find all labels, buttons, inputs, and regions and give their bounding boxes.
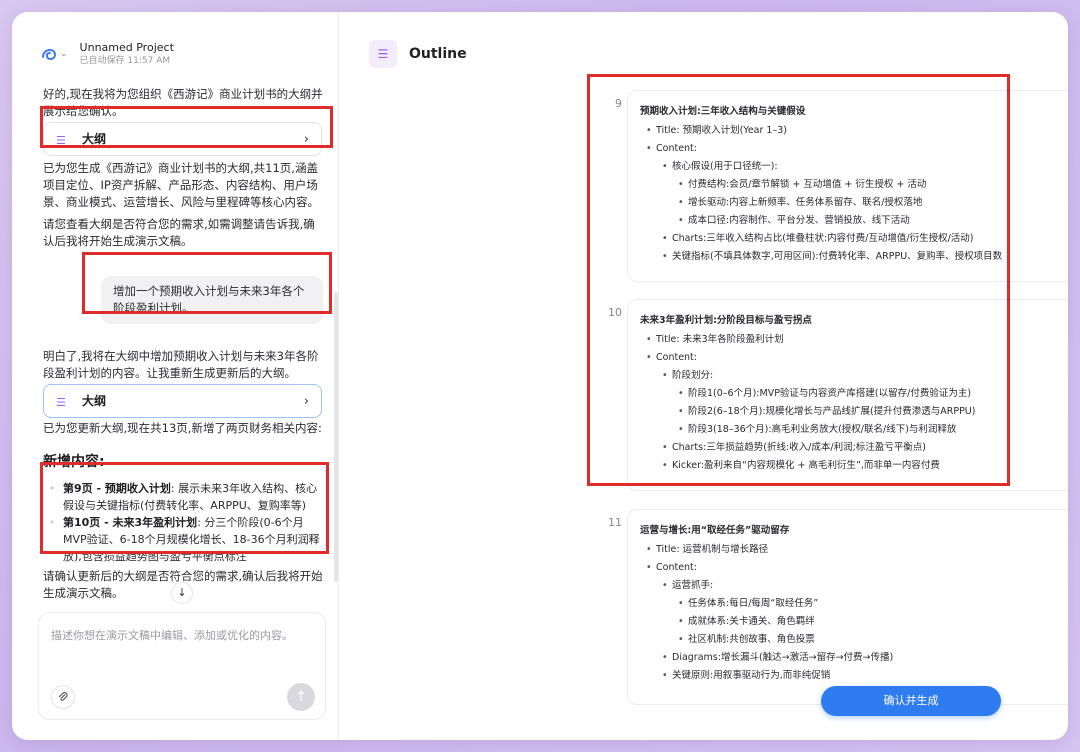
outline-bullet: 任务体系:每日/每周“取经任务” [678,595,1056,613]
outline-bullet: 社区机制:共创故事、角色投票 [678,631,1056,649]
outline-bullet: 关键指标(不填具体数字,可用区间):付费转化率、ARPPU、复购率、授权项目数 [662,248,1056,266]
project-header[interactable]: ⌄ Unnamed Project 已自动保存 11:57 AM [40,40,174,68]
assistant-message: 已为您生成《西游记》商业计划书的大纲,共11页,涵盖项目定位、IP资产拆解、产品… [43,161,319,209]
outline-bullet: Title: 运营机制与增长路径 [640,541,1056,559]
outline-card[interactable]: ☰ 大纲 › [43,122,322,156]
new-content-list: 第9页 - 预期收入计划: 展示未来3年收入结构、核心假设与关键指标(付费转化率… [49,480,323,565]
outline-bullet: 运营抓手: [662,577,1056,595]
outline-bullet: 增长驱动:内容上新频率、任务体系留存、联名/授权落地 [678,194,1056,212]
outline-bullet: 阶段1(0–6个月):MVP验证与内容资产库搭建(以留存/付费验证为主) [678,385,1056,403]
arrow-up-icon[interactable]: ↑ [287,683,315,711]
slide-body: 运营与增长:用“取经任务”驱动留存 Title: 运营机制与增长路径Content… [628,510,1068,697]
app-window: ⌄ Unnamed Project 已自动保存 11:57 AM 好的,现在我将… [12,12,1068,740]
outline-bullet: 阶段3(18–36个月):高毛利业务放大(授权/联名/线下)与利润释放 [678,421,1056,439]
outline-bullet: 核心假设(用于口径统一): [662,158,1056,176]
outline-bullet: Title: 未来3年各阶段盈利计划 [640,331,1056,349]
assistant-message: 明白了,我将在大纲中增加预期收入计划与未来3年各阶段盈利计划的内容。让我重新生成… [43,349,319,380]
slide-body: 预期收入计划:三年收入结构与关键假设 Title: 预期收入计划(Year 1–3… [628,91,1068,278]
project-name: Unnamed Project [79,41,174,54]
outline-title: Outline [409,46,467,62]
paperclip-icon[interactable] [51,685,75,709]
outline-list-icon: ☰ [369,40,397,68]
arrow-down-icon[interactable]: ↓ [171,582,193,604]
outline-bullet: 阶段2(6–18个月):规模化增长与产品线扩展(提升付费渗透与ARPPU) [678,403,1056,421]
list-item: 第9页 - 预期收入计划: 展示未来3年收入结构、核心假设与关键指标(付费转化率… [49,480,323,514]
assistant-message: 已为您更新大纲,现在共13页,新增了两页财务相关内容: [43,421,322,435]
chevron-down-icon[interactable]: ⌄ [60,49,68,59]
slide-number: 10 [608,306,622,319]
outline-bullet: 阶段划分: [662,367,1056,385]
outline-bullet: 成就体系:关卡通关、角色羁绊 [678,613,1056,631]
outline-bullet: Content: [640,559,1056,577]
outline-bullet: Title: 预期收入计划(Year 1–3) [640,122,1056,140]
slide-title: 预期收入计划:三年收入结构与关键假设 [640,106,806,117]
message-composer[interactable]: 描述你想在演示文稿中编辑、添加或优化的内容。 ↑ [38,612,326,720]
slide-title: 运营与增长:用“取经任务”驱动留存 [640,525,790,536]
autosave-status: 已自动保存 11:57 AM [79,56,171,66]
outline-panel: ☰ Outline 9 预期收入计划:三年收入结构与关键假设 Title: 预期收… [339,12,1068,740]
chevron-right-icon: › [303,131,309,147]
outline-bullet: 关键原则:用叙事驱动行为,而非纯促销 [662,667,1056,685]
new-content-heading: 新增内容: [43,454,105,470]
outline-slide-card[interactable]: 9 预期收入计划:三年收入结构与关键假设 Title: 预期收入计划(Year 1… [615,90,1068,282]
assistant-message: 请您查看大纲是否符合您的需求,如需调整请告诉我,确认后我将开始生成演示文稿。 [43,217,315,248]
composer-placeholder: 描述你想在演示文稿中编辑、添加或优化的内容。 [51,629,293,642]
outline-bullet: 付费结构:会员/章节解锁 + 互动增值 + 衍生授权 + 活动 [678,176,1056,194]
slide-title: 未来3年盈利计划:分阶段目标与盈亏拐点 [640,315,812,326]
swirl-logo-icon [40,45,58,63]
outline-card-label: 大纲 [82,131,107,146]
list-item: 第10页 - 未来3年盈利计划: 分三个阶段(0-6个月MVP验证、6-18个月… [49,514,323,565]
outline-bullet: Charts:三年损益趋势(折线:收入/成本/利润;标注盈亏平衡点) [662,439,1056,457]
outline-bullet: Diagrams:增长漏斗(触达→激活→留存→付费→传播) [662,649,1056,667]
confirm-generate-button[interactable]: 确认并生成 [821,686,1001,716]
outline-slide-card[interactable]: 10 未来3年盈利计划:分阶段目标与盈亏拐点 Title: 未来3年各阶段盈利计划… [608,299,1068,491]
chat-panel: ⌄ Unnamed Project 已自动保存 11:57 AM 好的,现在我将… [12,12,338,740]
assistant-message: 好的,现在我将为您组织《西游记》商业计划书的大纲并展示给您确认。 [43,87,323,118]
outline-list-icon: ☰ [56,396,66,409]
outline-bullet: Kicker:盈利来自“内容规模化 + 高毛利衍生”,而非单一内容付费 [662,457,1056,475]
outline-list-icon: ☰ [56,134,66,147]
outline-bullet: Charts:三年收入结构占比(堆叠柱状:内容付费/互动增值/衍生授权/活动) [662,230,1056,248]
user-message: 增加一个预期收入计划与未来3年各个阶段盈利计划。 [101,276,323,324]
chevron-right-icon: › [303,393,309,409]
outline-header: ☰ Outline [369,40,467,68]
outline-bullet: Content: [640,349,1056,367]
slide-body: 未来3年盈利计划:分阶段目标与盈亏拐点 Title: 未来3年各阶段盈利计划Con… [628,300,1068,487]
outline-card-updated[interactable]: ☰ 大纲 › [43,384,322,418]
outline-slide-card[interactable]: 11 运营与增长:用“取经任务”驱动留存 Title: 运营机制与增长路径Cont… [608,509,1068,705]
slide-number: 9 [615,97,622,110]
outline-card-label: 大纲 [82,393,107,408]
outline-bullet: 成本口径:内容制作、平台分发、营销投放、线下活动 [678,212,1056,230]
outline-bullet: Content: [640,140,1056,158]
slide-number: 11 [608,516,622,529]
